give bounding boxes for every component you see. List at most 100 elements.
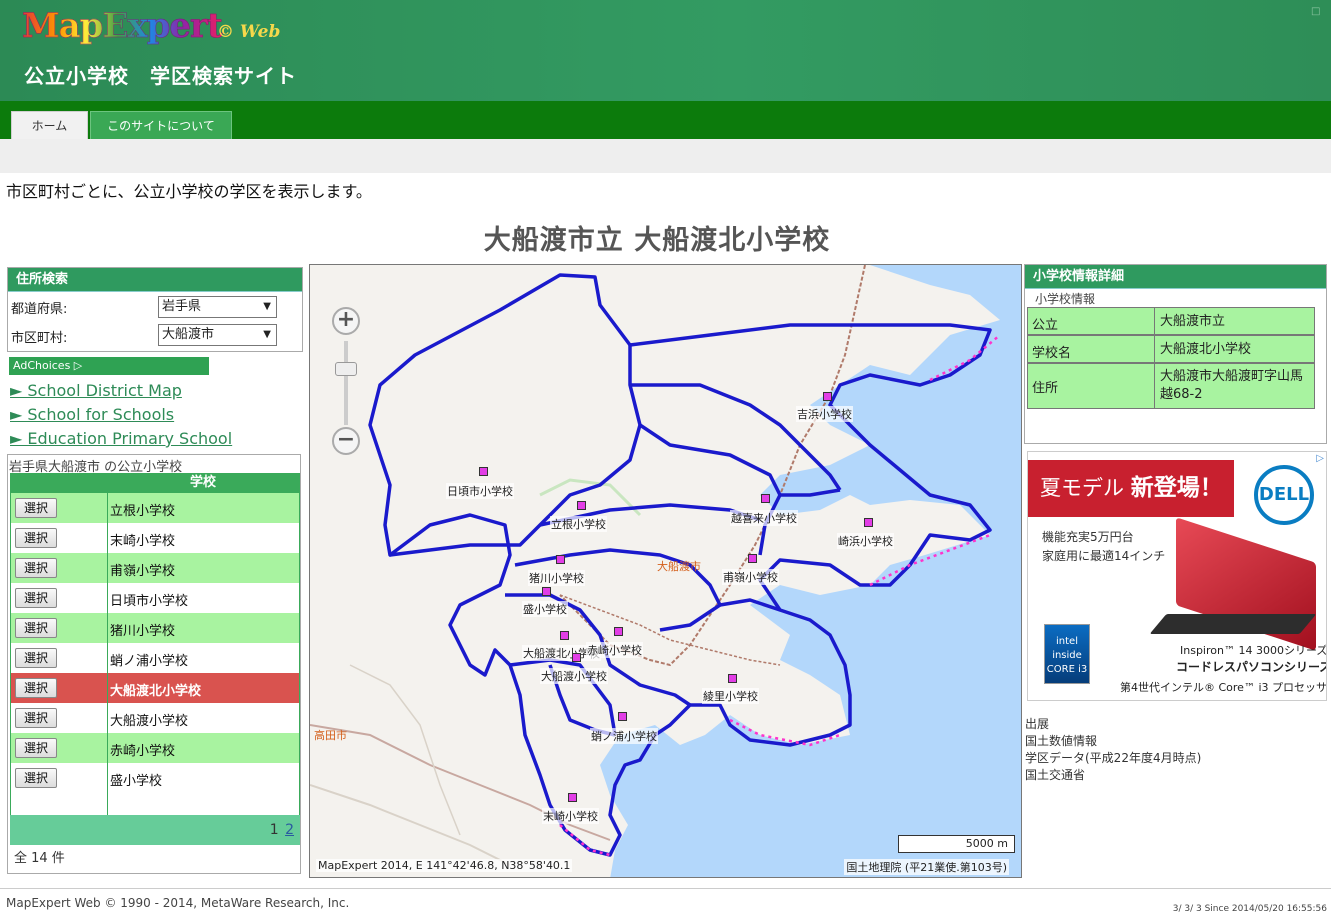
zoom-slider-track[interactable]	[344, 341, 348, 425]
school-list-panel: 岩手県大船渡市 の公立小学校 学校 選択 立根小学校 選択 末崎小学校 選択 甫…	[7, 454, 301, 874]
map-scale-bar: 5000 m	[898, 835, 1015, 853]
page-footer: MapExpert Web © 1990 - 2014, MetaWare Re…	[0, 888, 1331, 917]
select-button[interactable]: 選択	[15, 768, 57, 788]
dell-ad-banner[interactable]: 夏モデル 新登場！ DELL 機能充実5万円台 家庭用に最適14インチ inte…	[1027, 451, 1327, 701]
school-detail-caption: 小学校情報	[1035, 292, 1096, 306]
prefecture-label: 都道府県:	[11, 302, 68, 317]
school-list-body: 選択 立根小学校 選択 末崎小学校 選択 甫嶺小学校 選択 日頃市小学校 選択 …	[10, 493, 300, 815]
detail-row: 学校名 大船渡北小学校	[1027, 335, 1315, 363]
table-row: 選択 立根小学校	[11, 493, 299, 523]
table-row: 選択 盛小学校	[11, 763, 299, 793]
school-label: 蛸ノ浦小学校	[590, 728, 658, 744]
source-line: 国土数値情報	[1025, 734, 1098, 748]
page-link-1[interactable]: 1	[270, 822, 279, 838]
adchoices-bar[interactable]: AdChoices ▷	[9, 357, 209, 375]
source-line: 国土交通省	[1025, 768, 1086, 782]
adchoices-icon[interactable]: ▷	[1316, 453, 1324, 464]
school-marker[interactable]	[728, 674, 737, 683]
school-name: 末崎小学校	[110, 534, 176, 549]
school-label: 吉浜小学校	[796, 406, 853, 422]
total-count: 全 14 件	[14, 851, 65, 866]
tab-about[interactable]: このサイトについて	[90, 111, 232, 139]
chevron-down-icon: ▼	[263, 301, 271, 312]
school-list-footer: 1 2	[10, 815, 300, 845]
school-marker[interactable]	[614, 627, 623, 636]
select-button[interactable]: 選択	[15, 498, 57, 518]
address-search-heading: 住所検索	[8, 268, 302, 292]
tab-home[interactable]: ホーム	[11, 111, 88, 139]
school-label: 綾里小学校	[702, 688, 759, 704]
pagination: 1 2	[268, 822, 294, 838]
ad-processor-text: 第4世代インテル® Core™ i3 プロセッサー	[1120, 681, 1327, 694]
place-label-ofunato: 大船渡市	[657, 560, 701, 573]
select-button[interactable]: 選択	[15, 558, 57, 578]
zoom-slider-handle[interactable]	[335, 362, 357, 376]
detail-key: 学校名	[1032, 346, 1072, 361]
city-select[interactable]: 大船渡市 ▼	[158, 324, 277, 346]
prefecture-value: 岩手県	[162, 299, 202, 314]
table-row: 選択 蛸ノ浦小学校	[11, 643, 299, 673]
school-label: 越喜来小学校	[730, 510, 798, 526]
place-label-takata: 高田市	[314, 729, 347, 742]
ad-link-education-primary-school[interactable]: ► Education Primary School	[10, 429, 232, 448]
school-marker[interactable]	[560, 631, 569, 640]
select-button[interactable]: 選択	[15, 738, 57, 758]
ad-headline-b: 新登場！	[1130, 475, 1223, 501]
detail-row: 公立 大船渡市立	[1027, 307, 1315, 335]
ad-link-school-district-map[interactable]: ► School District Map	[10, 381, 182, 400]
school-marker[interactable]	[761, 494, 770, 503]
select-button[interactable]: 選択	[15, 708, 57, 728]
detail-key: 公立	[1032, 318, 1059, 333]
school-marker[interactable]	[823, 392, 832, 401]
select-button[interactable]: 選択	[15, 648, 57, 668]
intel-badge: intel inside CORE i3	[1044, 624, 1090, 684]
table-row: 選択 猪川小学校	[11, 613, 299, 643]
school-marker[interactable]	[618, 712, 627, 721]
table-row: 選択 大船渡小学校	[11, 703, 299, 733]
school-district-map[interactable]: 大船渡市 高田市 吉浜小学校 日頃市小学校 越喜来小学校 立根小学校 崎浜小学校…	[309, 264, 1022, 878]
school-marker[interactable]	[748, 554, 757, 563]
site-title: 公立小学校 学区検索サイト	[24, 64, 297, 88]
prefecture-select[interactable]: 岩手県 ▼	[158, 296, 277, 318]
school-name: 日頃市小学校	[110, 594, 189, 609]
school-marker[interactable]	[556, 555, 565, 564]
sub-bar	[0, 139, 1331, 173]
mapexpert-logo[interactable]: MapExpert © Web	[22, 6, 281, 47]
select-button[interactable]: 選択	[15, 618, 57, 638]
detail-value: 大船渡市大船渡町字山馬越68-2	[1160, 369, 1304, 402]
ad-model-text: Inspiron™ 14 3000シリーズ	[1180, 644, 1327, 657]
school-marker[interactable]	[568, 793, 577, 802]
data-source: 出展 国土数値情報 学区データ(平成22年度4月時点) 国土交通省	[1025, 716, 1201, 784]
address-search-panel: 住所検索 都道府県: 岩手県 ▼ 市区町村: 大船渡市 ▼	[7, 267, 303, 352]
page-title: 大船渡市立 大船渡北小学校	[483, 225, 831, 256]
intro-text: 市区町村ごとに、公立小学校の学区を表示します。	[6, 182, 372, 201]
city-label: 市区町村:	[11, 331, 68, 346]
dell-logo: DELL	[1254, 465, 1314, 525]
school-list-header: 学校	[10, 473, 300, 493]
school-name: 大船渡小学校	[110, 714, 189, 729]
detail-value: 大船渡北小学校	[1160, 342, 1252, 357]
detail-row: 住所 大船渡市大船渡町字山馬越68-2	[1027, 363, 1315, 409]
school-marker[interactable]	[572, 653, 581, 662]
detail-key: 住所	[1032, 381, 1059, 396]
corner-icon: □	[1311, 6, 1321, 17]
zoom-in-button[interactable]: +	[332, 307, 360, 335]
school-name: 赤崎小学校	[110, 744, 176, 759]
map-coordinates: MapExpert 2014, E 141°42'46.8, N38°58'40…	[316, 859, 573, 872]
chevron-down-icon: ▼	[263, 329, 271, 340]
column-header-school: 学校	[189, 475, 216, 490]
page-link-2[interactable]: 2	[285, 822, 294, 838]
school-marker[interactable]	[542, 587, 551, 596]
school-marker[interactable]	[479, 467, 488, 476]
select-button[interactable]: 選択	[15, 588, 57, 608]
select-button[interactable]: 選択	[15, 528, 57, 548]
ad-headline-a: 夏モデル	[1040, 476, 1131, 500]
ad-link-school-for-schools[interactable]: ► School for Schools	[10, 405, 174, 424]
school-marker[interactable]	[864, 518, 873, 527]
zoom-out-button[interactable]: −	[332, 427, 360, 455]
school-label: 崎浜小学校	[837, 533, 894, 549]
school-marker[interactable]	[577, 501, 586, 510]
school-label: 大船渡小学校	[540, 668, 608, 684]
select-button[interactable]: 選択	[15, 678, 57, 698]
detail-divider	[1154, 364, 1155, 408]
